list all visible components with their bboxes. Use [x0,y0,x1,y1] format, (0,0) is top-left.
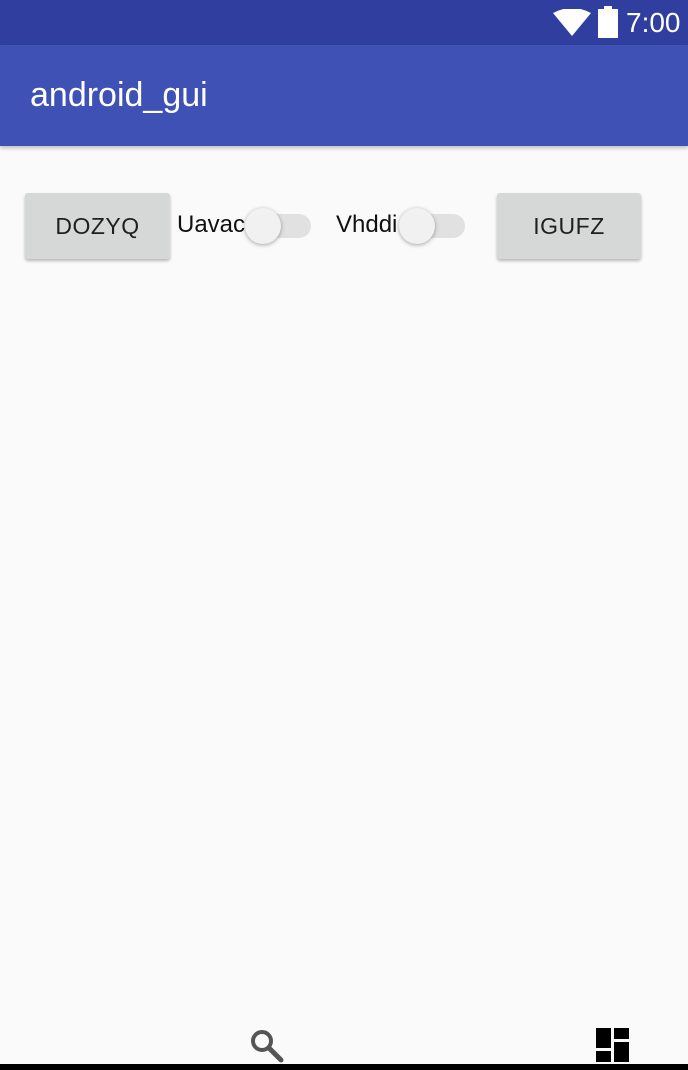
uavac-switch-label: Uavac [177,211,246,238]
dozyq-button[interactable]: DOZYQ [25,193,170,259]
search-icon[interactable] [249,1028,285,1069]
dashboard-icon[interactable] [596,1028,630,1067]
switch-thumb [245,208,281,244]
bottom-bar [0,1020,688,1066]
status-bar: 7:00 [0,0,688,45]
uavac-switch[interactable] [245,206,313,246]
igufz-button[interactable]: IGUFZ [497,193,641,259]
nav-bar-edge [0,1064,688,1070]
vhddi-switch-label: Vhddi [336,211,398,238]
vhddi-switch[interactable] [399,206,467,246]
battery-icon [597,6,619,43]
main-content: DOZYQ Uavac Vhddi IGUFZ [0,146,688,1020]
wifi-icon [553,8,591,42]
app-title: android_gui [30,76,208,114]
app-bar: android_gui [0,45,688,146]
switch-thumb [399,208,435,244]
status-clock: 7:00 [626,7,681,38]
